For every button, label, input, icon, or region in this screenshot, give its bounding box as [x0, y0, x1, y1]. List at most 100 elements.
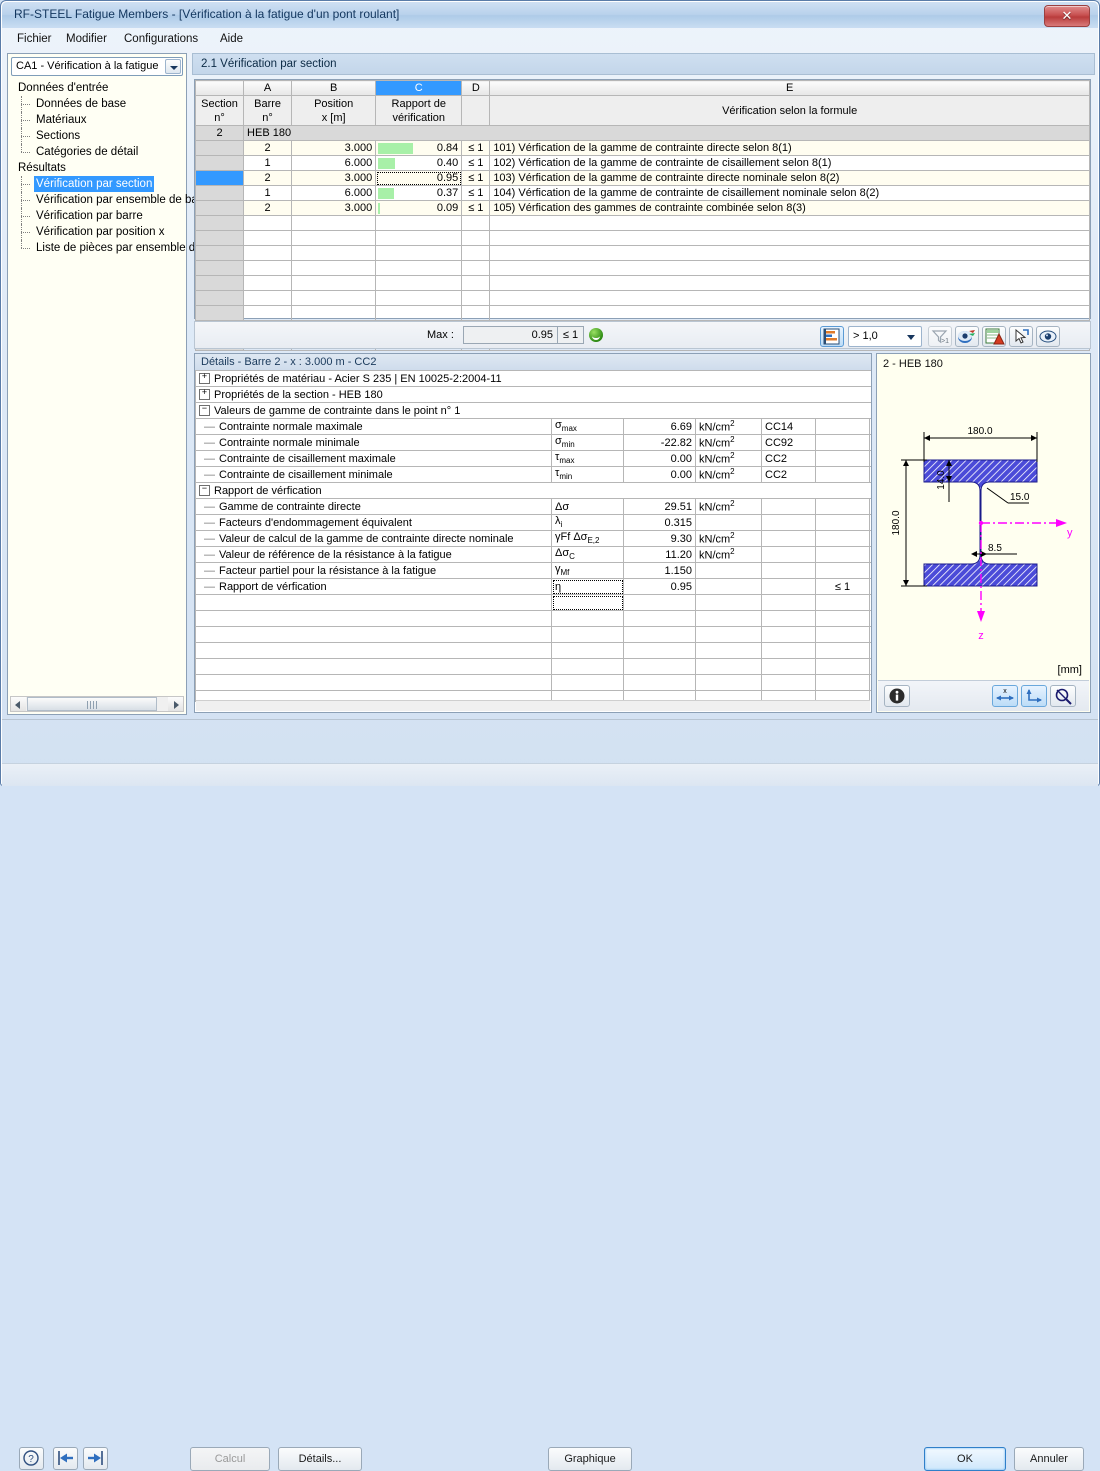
details-symbol-empty[interactable] — [552, 611, 624, 627]
row-selector[interactable] — [196, 261, 244, 276]
cell-empty[interactable] — [376, 231, 462, 246]
details-label-empty[interactable] — [196, 659, 552, 675]
details-value[interactable]: 9.30 — [624, 531, 696, 547]
details-symbol-empty[interactable] — [552, 659, 624, 675]
cell-position[interactable]: 6.000 — [292, 156, 376, 171]
row-selector[interactable] — [196, 306, 244, 321]
cell-position[interactable]: 3.000 — [292, 141, 376, 156]
details-cell-empty[interactable] — [870, 659, 872, 675]
cell-formula[interactable]: 103) Vérfication de la gamme de contrain… — [490, 171, 1090, 186]
zoom-section-button[interactable] — [1050, 685, 1076, 707]
details-row[interactable]: —Facteurs d'endommagement équivalentλi0.… — [196, 515, 872, 531]
details-cell-empty[interactable] — [762, 627, 816, 643]
details-cell-empty[interactable] — [762, 643, 816, 659]
sidebar-item-4[interactable]: Catégories de détail — [12, 144, 184, 160]
cell-empty[interactable] — [376, 246, 462, 261]
color-print-button[interactable] — [955, 326, 979, 347]
details-cell-empty[interactable] — [816, 643, 870, 659]
scroll-left-icon[interactable] — [11, 697, 26, 711]
expander-icon[interactable]: − — [199, 485, 210, 496]
cell-empty[interactable] — [462, 306, 490, 321]
cell-empty[interactable] — [490, 261, 1090, 276]
dimension-axes-button[interactable] — [1021, 685, 1047, 707]
cell-empty[interactable] — [462, 216, 490, 231]
expander-icon[interactable]: + — [199, 373, 210, 384]
calcul-button[interactable]: Calcul — [190, 1447, 270, 1471]
details-value[interactable]: 6.69 — [624, 419, 696, 435]
details-cell-empty[interactable] — [816, 595, 870, 611]
cell-formula[interactable]: 101) Vérfication de la gamme de contrain… — [490, 141, 1090, 156]
sidebar-item-5[interactable]: Résultats — [12, 160, 184, 176]
cell-empty[interactable] — [376, 291, 462, 306]
details-cell-empty[interactable] — [624, 627, 696, 643]
cell-empty[interactable] — [244, 306, 292, 321]
cell-ratio[interactable]: 0.09 — [376, 201, 462, 216]
details-row-empty[interactable] — [196, 611, 872, 627]
details-row-empty[interactable] — [196, 675, 872, 691]
cell-empty[interactable] — [376, 261, 462, 276]
details-cell-empty[interactable] — [762, 675, 816, 691]
details-label-empty[interactable] — [196, 595, 552, 611]
cell-ratio[interactable]: 0.84 — [376, 141, 462, 156]
details-cell-empty[interactable] — [870, 675, 872, 691]
expander-icon[interactable]: + — [199, 389, 210, 400]
cell-formula[interactable]: 102) Vérfication de la gamme de contrain… — [490, 156, 1090, 171]
cell-empty[interactable] — [292, 276, 376, 291]
cell-empty[interactable] — [490, 306, 1090, 321]
details-group-label[interactable]: −Rapport de vérfication — [196, 483, 872, 499]
details-label-empty[interactable] — [196, 643, 552, 659]
menu-item-modifier[interactable]: Modifier — [59, 31, 114, 47]
cell-empty[interactable] — [490, 246, 1090, 261]
details-cell-empty[interactable] — [624, 611, 696, 627]
cell-ratio[interactable]: 0.95 — [376, 171, 462, 186]
details-horizontal-scrollbar[interactable] — [196, 700, 870, 711]
table-row-empty[interactable] — [196, 246, 1090, 261]
details-cell-empty[interactable] — [696, 659, 762, 675]
section-graphic-panel[interactable]: 2 - HEB 180 [mm] — [876, 353, 1091, 713]
details-value[interactable]: 11.20 — [624, 547, 696, 563]
results-grid[interactable]: ABCDESectionn°Barren°Positionx [m]Rappor… — [194, 79, 1091, 319]
view-mode-button[interactable] — [1036, 326, 1060, 347]
chevron-down-icon[interactable] — [165, 59, 181, 74]
details-row[interactable]: —Contrainte normale minimaleσmin-22.82kN… — [196, 435, 872, 451]
details-button[interactable]: Détails... — [278, 1447, 362, 1471]
row-selector[interactable] — [196, 291, 244, 306]
row-selector[interactable] — [196, 156, 244, 171]
previous-button[interactable] — [53, 1447, 78, 1470]
details-group-label[interactable]: −Valeurs de gamme de contrainte dans le … — [196, 403, 872, 419]
details-symbol-empty[interactable] — [552, 595, 624, 611]
details-cell-empty[interactable] — [696, 595, 762, 611]
details-symbol-empty[interactable] — [552, 675, 624, 691]
cell-empty[interactable] — [462, 231, 490, 246]
table-row-empty[interactable] — [196, 306, 1090, 321]
cell-empty[interactable] — [292, 261, 376, 276]
cell-empty[interactable] — [292, 231, 376, 246]
cell-position[interactable]: 6.000 — [292, 186, 376, 201]
cell-empty[interactable] — [462, 276, 490, 291]
details-row-empty[interactable] — [196, 659, 872, 675]
menu-item-aide[interactable]: Aide — [213, 31, 250, 47]
details-cell-empty[interactable] — [624, 595, 696, 611]
menu-item-configurations[interactable]: Configurations — [117, 31, 205, 47]
details-label-empty[interactable] — [196, 675, 552, 691]
details-row[interactable]: —Gamme de contrainte directeΔσ29.51kN/cm… — [196, 499, 872, 515]
cell-formula[interactable]: 104) Vérfication de la gamme de contrain… — [490, 186, 1090, 201]
cell-empty[interactable] — [376, 216, 462, 231]
cell-empty[interactable] — [292, 216, 376, 231]
cell-empty[interactable] — [244, 261, 292, 276]
cell-formula[interactable]: 105) Vérfication des gammes de contraint… — [490, 201, 1090, 216]
details-value[interactable]: 0.95 — [624, 579, 696, 595]
sidebar-item-0[interactable]: Données d'entrée — [12, 80, 184, 96]
row-selector[interactable] — [196, 231, 244, 246]
row-selector[interactable] — [196, 246, 244, 261]
details-group-row[interactable]: −Rapport de vérfication — [196, 483, 872, 499]
cell-position[interactable]: 3.000 — [292, 171, 376, 186]
details-row[interactable]: —Facteur partiel pour la résistance à la… — [196, 563, 872, 579]
cell-empty[interactable] — [292, 306, 376, 321]
table-row-empty[interactable] — [196, 216, 1090, 231]
table-row[interactable]: 23.0000.84≤ 1101) Vérfication de la gamm… — [196, 141, 1090, 156]
details-group-label[interactable]: +Propriétés de matériau - Acier S 235 | … — [196, 371, 872, 387]
details-cell-empty[interactable] — [762, 659, 816, 675]
details-label-empty[interactable] — [196, 627, 552, 643]
graphique-button[interactable]: Graphique — [548, 1447, 632, 1471]
